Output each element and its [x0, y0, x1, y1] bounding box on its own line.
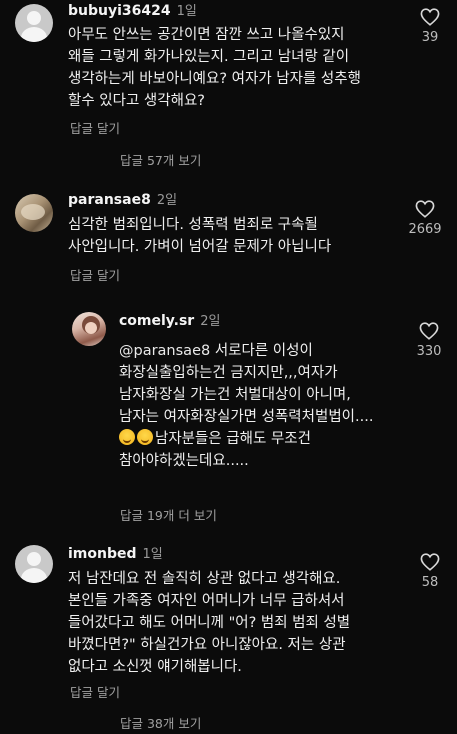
avatar[interactable]: [15, 4, 53, 42]
view-replies-button[interactable]: 답글 19개 더 보기: [120, 505, 217, 524]
timestamp: 1일: [176, 4, 197, 19]
like-count: 39: [421, 30, 439, 45]
heart-icon: [419, 322, 439, 340]
comment-header: bubuyi36424 1일: [68, 2, 197, 21]
timestamp: 1일: [142, 547, 163, 562]
like-button[interactable]: 2669: [398, 200, 452, 237]
view-replies-button[interactable]: 답글 57개 보기: [120, 150, 201, 169]
comment-header: imonbed 1일: [68, 545, 163, 564]
username[interactable]: comely.sr: [119, 313, 194, 329]
like-count: 58: [421, 575, 439, 590]
comment-text: 아무도 안쓰는 공간이면 잠깐 쓰고 나올수있지 왜들 그렇게 화가나있는지. …: [68, 27, 361, 109]
reply-button[interactable]: 답글 달기: [70, 265, 120, 284]
avatar[interactable]: [15, 194, 53, 232]
grinning-sweat-emoji: [137, 429, 153, 445]
timestamp: 2일: [200, 314, 221, 329]
avatar[interactable]: [72, 312, 106, 346]
avatar[interactable]: [15, 545, 53, 583]
like-button[interactable]: 58: [405, 553, 455, 590]
comment-text: 저 남잔데요 전 솔직히 상관 없다고 생각해요. 본인들 가족중 여자인 어머…: [68, 571, 351, 675]
username[interactable]: bubuyi36424: [68, 3, 171, 19]
mention-link[interactable]: @paransae8: [119, 343, 210, 359]
heart-icon: [420, 8, 440, 26]
like-button[interactable]: 330: [404, 322, 454, 359]
comment-header: comely.sr 2일: [119, 312, 220, 331]
timestamp: 2일: [156, 193, 178, 208]
username[interactable]: paransae8: [68, 192, 151, 208]
reply-button[interactable]: 답글 달기: [70, 118, 120, 137]
like-count: 2669: [408, 222, 442, 237]
view-replies-button[interactable]: 답글 38개 보기: [120, 713, 201, 732]
heart-icon: [415, 200, 435, 218]
heart-icon: [420, 553, 440, 571]
comment-header: paransae8 2일: [68, 191, 177, 210]
comment-text: @paransae8 서로다른 이성이 화장실출입하는건 금지지만,,,여자가 …: [119, 340, 409, 472]
username[interactable]: imonbed: [68, 546, 137, 562]
grinning-sweat-emoji: [119, 429, 135, 445]
like-button[interactable]: 39: [405, 8, 455, 45]
like-count: 330: [416, 344, 442, 359]
comment-text: 심각한 범죄입니다. 성폭력 범죄로 구속될 사안입니다. 가벼이 넘어갈 문제…: [68, 217, 332, 255]
reply-button[interactable]: 답글 달기: [70, 682, 120, 701]
